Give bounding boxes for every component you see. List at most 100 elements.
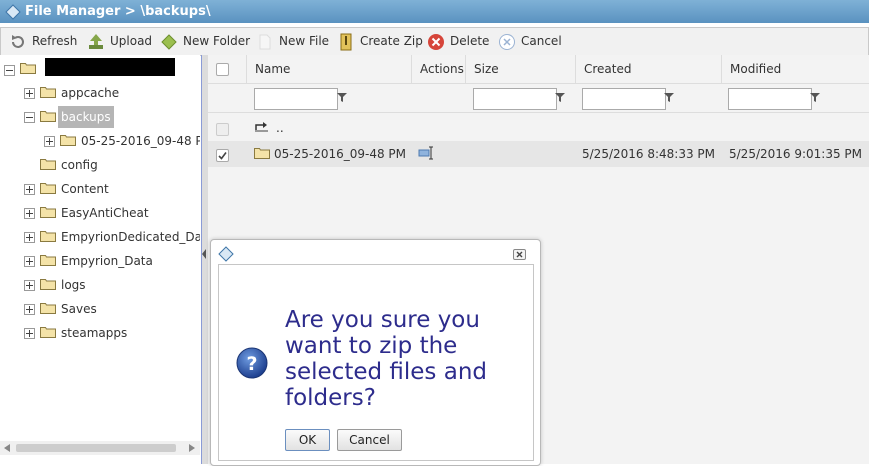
folder-icon	[40, 327, 56, 338]
tree-item-saves[interactable]: Saves	[0, 298, 200, 320]
filter-icon[interactable]	[555, 93, 565, 102]
filter-icon[interactable]	[337, 93, 347, 102]
tree-item-backup-folder[interactable]: 05-25-2016_09-48 PM	[0, 130, 200, 152]
expand-toggle[interactable]	[44, 136, 55, 147]
row-actions-icon[interactable]	[418, 145, 434, 161]
row-checkbox[interactable]	[216, 123, 229, 136]
create-zip-label: Create Zip	[360, 34, 423, 48]
folder-icon	[40, 279, 56, 290]
name-filter-input[interactable]	[254, 88, 338, 110]
upload-button[interactable]: Upload	[87, 28, 152, 55]
column-name[interactable]: Name	[246, 55, 404, 83]
create-zip-button[interactable]: Create Zip	[337, 28, 423, 55]
expand-toggle[interactable]	[24, 184, 35, 195]
upload-icon	[89, 33, 103, 49]
tree-item-label: logs	[61, 278, 86, 292]
window-title: File Manager > \backups\	[25, 4, 211, 19]
select-all-checkbox[interactable]	[216, 63, 229, 76]
dialog-logo-icon	[218, 246, 234, 262]
folder-icon	[40, 87, 56, 98]
app-logo-icon	[5, 4, 21, 20]
question-icon: ?	[236, 347, 268, 379]
close-icon	[516, 251, 523, 258]
tree-item-steamapps[interactable]: steamapps	[0, 322, 200, 344]
grid-header: Name Actions Size Created Modified	[208, 55, 869, 84]
tree-item-label: steamapps	[61, 326, 128, 340]
tree-item-content[interactable]: Content	[0, 178, 200, 200]
tree-item-label: Content	[61, 182, 109, 196]
filter-icon[interactable]	[664, 93, 674, 102]
upload-label: Upload	[110, 34, 153, 48]
parent-folder-row[interactable]: ..	[208, 115, 869, 141]
tree-horizontal-scrollbar[interactable]	[0, 441, 200, 455]
folder-icon	[60, 135, 76, 146]
parent-folder-label: ..	[276, 121, 284, 135]
refresh-button[interactable]: Refresh	[9, 28, 77, 55]
root-collapse-toggle[interactable]	[4, 65, 15, 76]
toolbar: Refresh Upload New Folder New File Creat…	[0, 27, 869, 56]
window-title-bar: File Manager > \backups\	[0, 0, 869, 23]
tree-item-label: Saves	[61, 302, 97, 316]
column-modified[interactable]: Modified	[721, 55, 869, 83]
modified-filter-input[interactable]	[728, 88, 812, 110]
expand-toggle[interactable]	[24, 304, 35, 315]
tree-item-appcache[interactable]: appcache	[0, 82, 200, 104]
folder-icon	[40, 183, 56, 194]
tree-item-logs[interactable]: logs	[0, 274, 200, 296]
file-name: 05-25-2016_09-48 PM	[274, 147, 407, 161]
folder-icon	[254, 148, 270, 159]
expand-toggle[interactable]	[24, 88, 35, 99]
size-filter-input[interactable]	[473, 88, 557, 110]
dialog-cancel-button[interactable]: Cancel	[337, 429, 402, 451]
tree-item-label: 05-25-2016_09-48 PM	[81, 134, 200, 148]
new-folder-button[interactable]: New Folder	[160, 28, 250, 55]
scroll-thumb[interactable]	[16, 444, 176, 452]
folder-icon	[40, 303, 56, 314]
new-folder-label: New Folder	[183, 34, 251, 48]
filter-row	[208, 84, 869, 113]
collapse-toggle[interactable]	[24, 112, 35, 123]
column-actions[interactable]: Actions	[411, 55, 465, 83]
new-file-button[interactable]: New File	[256, 28, 329, 55]
folder-icon	[40, 207, 56, 218]
filter-icon[interactable]	[810, 93, 820, 102]
tree-item-backups[interactable]: backups	[0, 106, 200, 128]
file-modified: 5/25/2016 9:01:35 PM	[729, 147, 863, 161]
expand-toggle[interactable]	[24, 328, 35, 339]
column-size[interactable]: Size	[465, 55, 575, 83]
tree-item-label: EasyAntiCheat	[61, 206, 149, 220]
ok-button[interactable]: OK	[285, 429, 330, 451]
dialog-close-button[interactable]	[513, 249, 526, 260]
cancel-icon	[499, 33, 515, 50]
delete-label: Delete	[450, 34, 490, 48]
refresh-label: Refresh	[32, 34, 78, 48]
svg-text:?: ?	[246, 353, 257, 375]
expand-toggle[interactable]	[24, 280, 35, 291]
tree-item-empyriondedicated-data[interactable]: EmpyrionDedicated_Data	[0, 226, 200, 248]
file-row[interactable]: 05-25-2016_09-48 PM 5/25/2016 8:48:33 PM…	[208, 141, 869, 167]
delete-button[interactable]: Delete	[427, 28, 489, 55]
collapse-panel-arrow-icon[interactable]	[202, 249, 206, 259]
checkmark-icon	[218, 152, 227, 160]
folder-icon	[40, 159, 56, 170]
column-created[interactable]: Created	[575, 55, 721, 83]
tree-item-config[interactable]: config	[0, 154, 200, 176]
cancel-toolbar-button[interactable]: Cancel	[498, 28, 562, 55]
created-filter-input[interactable]	[582, 88, 666, 110]
folder-tree: appcache backups 05-25-2016_09-48 PM con…	[0, 55, 200, 464]
tree-item-empyrion-data[interactable]: Empyrion_Data	[0, 250, 200, 272]
folder-icon	[40, 255, 56, 266]
expand-toggle[interactable]	[24, 232, 35, 243]
tree-item-label: appcache	[61, 86, 120, 100]
row-checkbox-checked[interactable]	[216, 149, 229, 162]
tree-item-easyanticheat[interactable]: EasyAntiCheat	[0, 202, 200, 224]
scroll-left-arrow-icon[interactable]	[4, 444, 10, 452]
parent-folder-icon	[255, 122, 268, 132]
expand-toggle[interactable]	[24, 208, 35, 219]
new-file-icon	[259, 34, 271, 49]
expand-toggle[interactable]	[24, 256, 35, 267]
redacted-root-name	[45, 58, 175, 76]
tree-item-label: EmpyrionDedicated_Data	[61, 230, 200, 244]
confirm-zip-dialog: ? Are you sure you want to zip the selec…	[210, 239, 541, 466]
scroll-right-arrow-icon[interactable]	[189, 444, 195, 452]
